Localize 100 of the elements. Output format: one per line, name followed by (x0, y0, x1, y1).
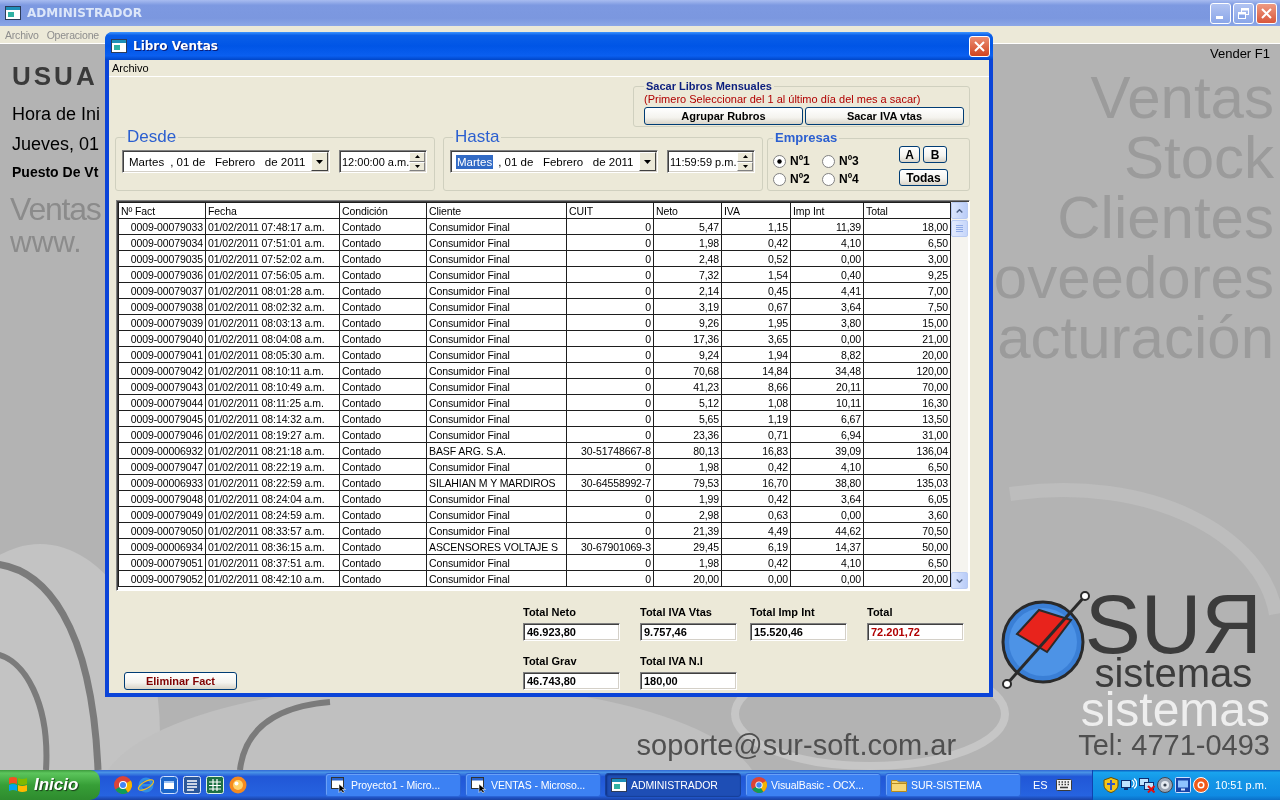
scroll-up-button[interactable] (951, 202, 968, 219)
table-cell: Contado (339, 426, 427, 443)
segmented-circle-icon[interactable] (114, 776, 132, 794)
table-cell: Contado (339, 378, 427, 395)
table-cell: 5,65 (653, 410, 722, 427)
network-error-icon[interactable] (1139, 777, 1155, 793)
table-cell: ASCENSORES VOLTAJE S (426, 538, 567, 555)
ball-icon[interactable] (229, 776, 247, 794)
language-indicator[interactable]: ES (1033, 779, 1048, 791)
table-cell: 0,42 (721, 490, 791, 507)
table-cell: Consumidor Final (426, 234, 567, 251)
table-cell: Consumidor Final (426, 394, 567, 411)
table-cell: 0 (566, 410, 654, 427)
vertical-scrollbar[interactable] (951, 202, 968, 589)
radio-option[interactable]: Nº4 (822, 171, 871, 187)
task-button[interactable]: VENTAS - Microso... (465, 773, 601, 797)
menu-item[interactable]: Archivo (112, 62, 149, 74)
scroll-down-button[interactable] (951, 572, 968, 589)
shortcut-hint: Vender F1 (1210, 46, 1270, 62)
dropdown-button[interactable] (639, 152, 656, 171)
table-cell: Consumidor Final (426, 266, 567, 283)
column-header: Nº Fact (118, 202, 206, 219)
table-cell: 1,54 (721, 266, 791, 283)
table-cell: 01/02/2011 08:05:30 a.m. (205, 346, 340, 363)
table-cell: 0 (566, 218, 654, 235)
task-button[interactable]: VisualBasic - OCX... (745, 773, 881, 797)
task-button[interactable]: SUR-SISTEMA (885, 773, 1021, 797)
table-cell: 01/02/2011 08:24:59 a.m. (205, 506, 340, 523)
close-button[interactable] (1256, 2, 1277, 24)
close-button[interactable] (969, 35, 990, 57)
weekday-segment[interactable]: Martes (128, 154, 166, 169)
dropdown-button[interactable] (311, 152, 328, 171)
spin-down-button[interactable] (409, 161, 425, 171)
table-cell: 01/02/2011 08:24:04 a.m. (205, 490, 340, 507)
task-button[interactable]: ADMINISTRADOR (605, 773, 741, 797)
window-title: ADMINISTRADOR (27, 6, 142, 20)
target-icon[interactable] (1193, 777, 1209, 793)
spin-up-button[interactable] (409, 152, 425, 162)
shield-icon[interactable] (1103, 777, 1119, 793)
table-cell: 120,00 (863, 362, 951, 379)
table-cell: 0009-00079039 (118, 314, 206, 331)
table-cell: 20,00 (863, 346, 951, 363)
table-cell: 0 (566, 426, 654, 443)
table-cell: 0,52 (721, 250, 791, 267)
table-cell: 0 (566, 554, 654, 571)
radio-option[interactable]: Nº2 (773, 171, 822, 187)
task-button[interactable]: Proyecto1 - Micro... (325, 773, 461, 797)
time-field[interactable]: 11:59:59 p.m. (667, 150, 755, 173)
table-cell: 0009-00006932 (118, 442, 206, 459)
table-cell: 13,50 (863, 410, 951, 427)
folder-icon (891, 777, 907, 793)
table-cell: 0,42 (721, 458, 791, 475)
table-cell: 0,00 (790, 330, 864, 347)
spreadsheet-icon[interactable] (206, 776, 224, 794)
table-cell: 80,13 (653, 442, 722, 459)
table-cell: 01/02/2011 08:04:08 a.m. (205, 330, 340, 347)
app-window-icon (611, 777, 627, 793)
monitor-icon[interactable] (1175, 777, 1191, 793)
disc-icon[interactable] (1157, 777, 1173, 793)
keyboard-icon[interactable] (1055, 779, 1072, 791)
table-cell: 6,50 (863, 234, 951, 251)
table-cell: Consumidor Final (426, 378, 567, 395)
total-field: 72.201,72 (867, 623, 964, 641)
window-tile-icon[interactable] (160, 776, 178, 794)
date-picker-field[interactable]: Martes , 01 de Febrero de 2011 (122, 150, 330, 173)
table-cell: 1,98 (653, 234, 722, 251)
total-field: 46.743,80 (523, 672, 620, 690)
table-cell: 9,26 (653, 314, 722, 331)
table-cell: 0009-00079034 (118, 234, 206, 251)
document-icon[interactable] (183, 776, 201, 794)
globe-orbit-icon[interactable] (137, 776, 155, 794)
date-picker-field[interactable]: Martes , 01 de Febrero de 2011 (450, 150, 658, 173)
table-cell: 01/02/2011 08:36:15 a.m. (205, 538, 340, 555)
filter-button[interactable]: Todas (899, 169, 948, 186)
table-cell: 0,71 (721, 426, 791, 443)
column-header: Neto (653, 202, 722, 219)
table-cell: Consumidor Final (426, 330, 567, 347)
action-button[interactable]: Sacar IVA vtas (805, 107, 964, 125)
table-cell: 1,98 (653, 554, 722, 571)
filter-button[interactable]: A (899, 146, 920, 163)
caret-down-icon (644, 159, 651, 164)
spin-up-button[interactable] (737, 152, 753, 162)
table-cell: Contado (339, 362, 427, 379)
scroll-thumb[interactable] (951, 220, 968, 237)
delete-button[interactable]: Eliminar Fact (124, 672, 237, 690)
table-cell: 0,45 (721, 282, 791, 299)
time-field[interactable]: 12:00:00 a.m. (339, 150, 427, 173)
table-cell: 3,64 (790, 490, 864, 507)
network-icon[interactable] (1121, 777, 1137, 793)
radio-option[interactable]: Nº3 (822, 153, 871, 169)
table-cell: 0,40 (790, 266, 864, 283)
total-label: Total IVA Vtas (640, 606, 712, 619)
table-cell: 1,19 (721, 410, 791, 427)
table-cell: 01/02/2011 07:52:02 a.m. (205, 250, 340, 267)
radio-option[interactable]: Nº1 (773, 153, 822, 169)
filter-button[interactable]: B (923, 146, 947, 163)
weekday-segment[interactable]: Martes (456, 154, 494, 169)
spin-down-button[interactable] (737, 161, 753, 171)
table-cell: 0009-00079045 (118, 410, 206, 427)
action-button[interactable]: Agrupar Rubros (644, 107, 803, 125)
